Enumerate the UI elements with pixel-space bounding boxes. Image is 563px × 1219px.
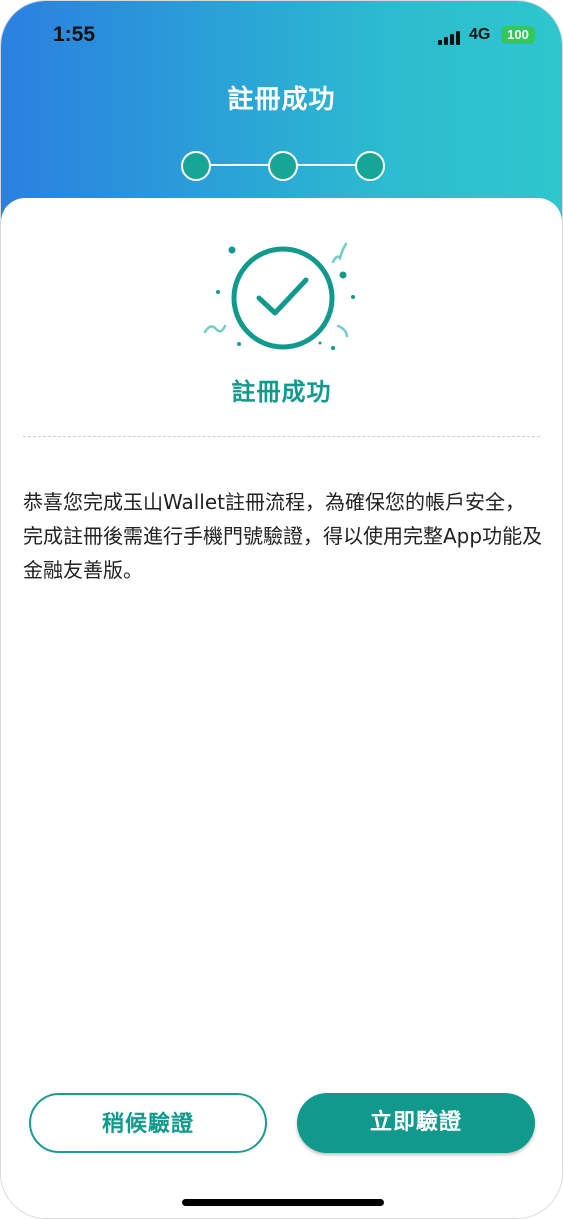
step-dot-1 [181, 151, 211, 181]
step-dot-3 [355, 151, 385, 181]
verify-now-button[interactable]: 立即驗證 [297, 1093, 535, 1153]
status-bar: 1:55 4G 100 [1, 1, 562, 71]
step-dot-2 [268, 151, 298, 181]
status-time: 1:55 [53, 23, 96, 46]
check-circle-icon [203, 242, 355, 350]
progress-stepper [1, 149, 562, 183]
verify-later-button[interactable]: 稍候驗證 [29, 1093, 267, 1153]
phone-screen: 1:55 4G 100 註冊成功 註冊成功 恭喜您完成玉山Wallet註冊流程，… [0, 0, 563, 1219]
header: 1:55 4G 100 註冊成功 [1, 1, 562, 231]
success-message: 恭喜您完成玉山Wallet註冊流程，為確保您的帳戶安全，完成註冊後需進行手機門號… [23, 490, 543, 582]
battery-icon: 100 [501, 26, 535, 44]
content-card: 註冊成功 恭喜您完成玉山Wallet註冊流程，為確保您的帳戶安全，完成註冊後需進… [1, 198, 562, 1218]
success-title: 註冊成功 [231, 378, 332, 406]
signal-bars-icon [438, 29, 464, 45]
step-connector [295, 164, 357, 166]
network-type: 4G [469, 26, 491, 43]
page-title: 註冊成功 [227, 85, 336, 115]
divider [23, 436, 540, 437]
home-indicator[interactable] [182, 1199, 384, 1206]
step-connector [207, 164, 271, 166]
